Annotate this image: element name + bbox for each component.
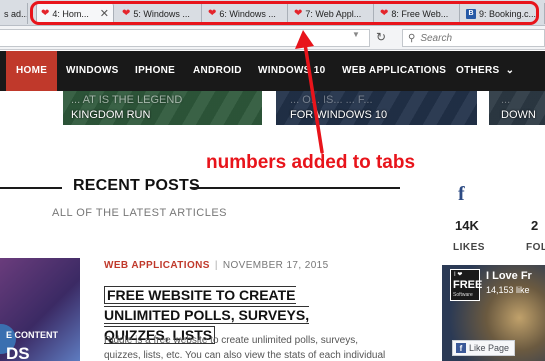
section-title: RECENT POSTS bbox=[73, 177, 200, 194]
likes-count: 14K bbox=[455, 218, 479, 233]
post-category[interactable]: WEB APPLICATIONS bbox=[104, 260, 210, 271]
section-divider bbox=[0, 187, 62, 189]
likes-label: LIKES bbox=[453, 242, 485, 253]
follows-count: 2 bbox=[531, 218, 539, 233]
thumbnail-text: E CONTENT bbox=[6, 330, 59, 340]
thumbnail-text: DS bbox=[6, 344, 30, 361]
post-excerpt: Riddle is a free website to create unlim… bbox=[104, 335, 386, 361]
post-date: NOVEMBER 17, 2015 bbox=[222, 260, 329, 271]
facebook-icon[interactable]: f bbox=[458, 183, 465, 206]
facebook-icon: f bbox=[456, 343, 466, 353]
page-logo: I ❤ FREE Software bbox=[450, 269, 482, 301]
like-page-button[interactable]: f Like Page bbox=[452, 340, 516, 356]
page-name[interactable]: I Love Fr bbox=[486, 270, 532, 282]
facebook-page-widget[interactable]: I ❤ FREE Software I Love Fr 14,153 like … bbox=[442, 265, 545, 361]
section-subtitle: ALL OF THE LATEST ARTICLES bbox=[52, 207, 228, 219]
post-meta: WEB APPLICATIONS | NOVEMBER 17, 2015 bbox=[104, 260, 329, 271]
annotation-text: numbers added to tabs bbox=[206, 152, 416, 173]
browser-window: s ad... ❤ 4: Hom... ✕ ❤ 5: Windows ... ❤… bbox=[0, 0, 545, 361]
section-divider bbox=[192, 187, 400, 189]
meta-separator: | bbox=[214, 260, 218, 271]
page-likes: 14,153 like bbox=[486, 285, 530, 295]
like-page-label: Like Page bbox=[469, 343, 510, 353]
post-thumbnail[interactable]: E CONTENT DS bbox=[0, 258, 80, 361]
follows-label: FOLL bbox=[526, 242, 545, 253]
